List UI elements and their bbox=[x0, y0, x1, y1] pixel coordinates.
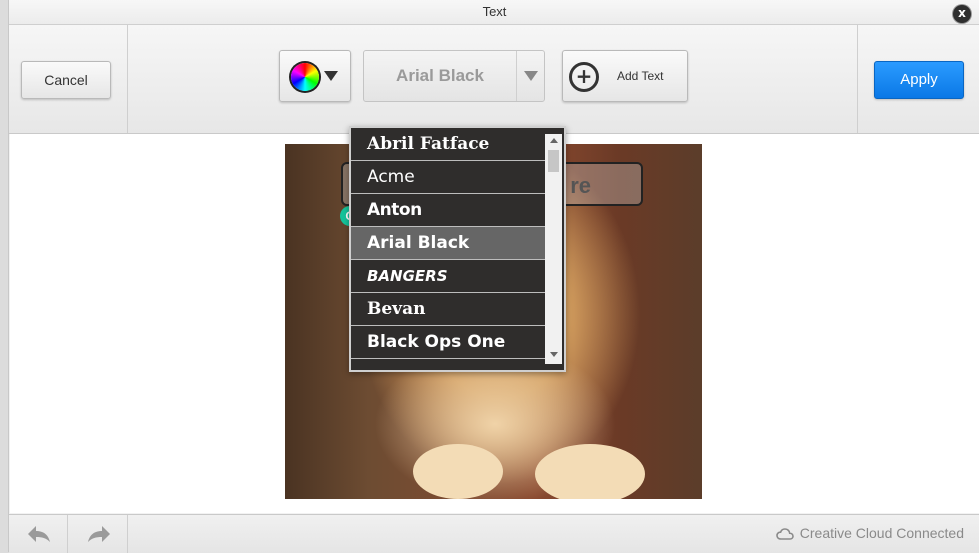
redo-button[interactable] bbox=[69, 515, 128, 553]
bottom-bar: Creative Cloud Connected bbox=[9, 514, 979, 553]
status-text: Creative Cloud Connected bbox=[799, 525, 964, 541]
plus-circle-icon: + bbox=[569, 62, 599, 92]
dialog-titlebar: Text bbox=[9, 0, 979, 25]
chevron-down-icon bbox=[524, 71, 538, 81]
close-button[interactable]: x bbox=[953, 5, 971, 23]
font-option[interactable]: Bevan bbox=[351, 293, 547, 326]
font-select-value: Arial Black bbox=[396, 66, 484, 85]
dialog-title: Text bbox=[482, 4, 507, 19]
text-dialog: Text x Cancel Arial Black + Add Text App… bbox=[8, 0, 979, 553]
font-option-selected[interactable]: Arial Black bbox=[351, 227, 547, 260]
creative-cloud-icon bbox=[775, 528, 794, 541]
creative-cloud-status: Creative Cloud Connected bbox=[775, 515, 964, 551]
redo-icon bbox=[88, 526, 110, 542]
photo-detail bbox=[535, 444, 645, 499]
add-text-button[interactable]: + Add Text bbox=[562, 50, 688, 102]
undo-button[interactable] bbox=[9, 515, 68, 553]
font-option[interactable]: Black Ops One bbox=[351, 326, 547, 359]
font-option[interactable]: Acme bbox=[351, 161, 547, 194]
font-dropdown-list[interactable]: Abril Fatface Acme Anton Arial Black BAN… bbox=[349, 126, 566, 372]
toolbar: Cancel Arial Black + Add Text Apply bbox=[9, 25, 979, 134]
font-option[interactable]: Abril Fatface bbox=[351, 128, 547, 161]
toolbar-divider bbox=[127, 25, 128, 133]
close-icon: x bbox=[958, 6, 966, 20]
scroll-thumb[interactable] bbox=[548, 150, 559, 172]
undo-icon bbox=[28, 526, 50, 542]
scroll-up-icon[interactable] bbox=[550, 138, 558, 143]
font-option[interactable]: BANGERS bbox=[351, 260, 547, 293]
font-family-select[interactable]: Arial Black bbox=[363, 50, 545, 102]
cancel-button[interactable]: Cancel bbox=[21, 61, 111, 99]
scroll-down-icon[interactable] bbox=[550, 352, 558, 357]
photo-detail bbox=[413, 444, 503, 499]
chevron-down-icon bbox=[324, 71, 338, 81]
color-wheel-icon bbox=[291, 63, 319, 91]
add-text-label: Add Text bbox=[617, 69, 664, 83]
dropdown-scrollbar[interactable] bbox=[545, 134, 562, 364]
color-picker-button[interactable] bbox=[279, 50, 351, 102]
apply-button[interactable]: Apply bbox=[874, 61, 964, 99]
toolbar-divider bbox=[857, 25, 858, 133]
font-option[interactable]: Anton bbox=[351, 194, 547, 227]
select-divider bbox=[516, 51, 517, 101]
